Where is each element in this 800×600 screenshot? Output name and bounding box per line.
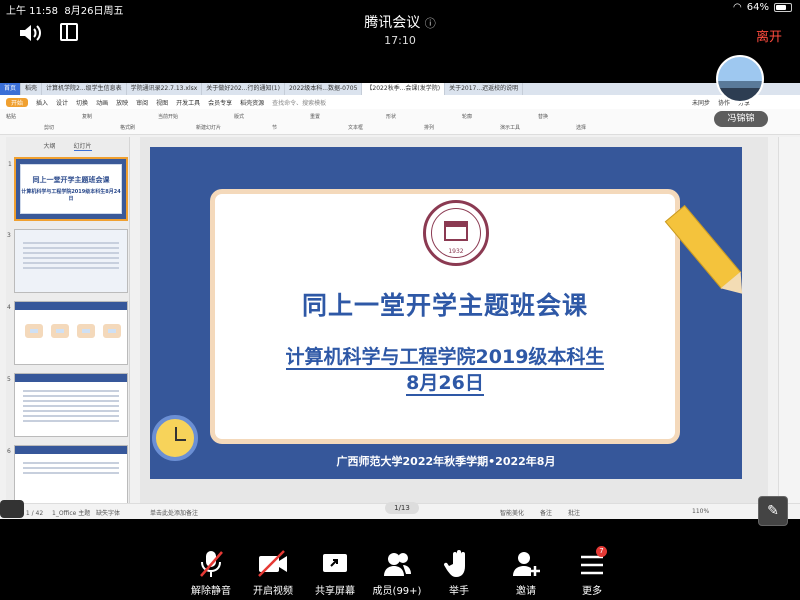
slide-thumbnail[interactable]: 1 同上一堂开学主题班会课 计算机科学与工程学院2019级本科生8月24日 [8, 157, 128, 221]
meeting-title[interactable]: 腾讯会议 ⓘ [0, 12, 800, 32]
annotate-button[interactable]: ✎ [758, 496, 788, 526]
avatar[interactable] [716, 55, 764, 103]
meeting-timer: 17:10 [384, 34, 416, 47]
browser-tab-bar: 首页 稻壳 计算机学院2...级学生信息表 学院通讯录22.7.13.xlsx 关于做好… [0, 83, 800, 95]
tab-slides[interactable]: 幻灯片 [73, 141, 92, 151]
slide-footer: 广西师范大学2022年秋季学期•2022年8月 [336, 455, 556, 468]
notes-placeholder[interactable]: 单击此处添加备注 [150, 508, 198, 517]
notification-badge: 7 [596, 546, 607, 557]
slide-subtitle-line1: 计算机科学与工程学院2019级本科生 [285, 346, 605, 370]
slide-number: 6 [7, 448, 11, 455]
more-button[interactable]: 7 更多 [552, 546, 632, 597]
toolbar-button[interactable]: 轮廓 [462, 113, 472, 120]
meeting-screen: 上午 11:58 8月26日周五 ◠ 64% 腾讯会议 ⓘ 17:10 离开 首… [0, 0, 800, 600]
right-tool-strip[interactable] [778, 137, 800, 507]
menu-item[interactable]: 插入 [36, 98, 48, 107]
browser-tab[interactable]: 【2022秋季...会课(发学院) [362, 83, 446, 95]
missing-font[interactable]: 缺失字体 [96, 508, 120, 517]
toolbar-button[interactable]: 节 [272, 124, 277, 131]
menu-item[interactable]: 切换 [76, 98, 88, 107]
slide-editor[interactable]: 1932 同上一堂开学主题班会课 计算机科学与工程学院2019级本科生 8月26… [140, 137, 768, 507]
toolbar-button[interactable]: 文本框 [348, 124, 363, 131]
bottom-control-bar: 解除静音 开启视频 共享屏幕 成员(99+) 举手 邀请 7 更多 [0, 540, 800, 600]
toolbar-button[interactable]: 选择 [576, 124, 586, 131]
current-slide: 1932 同上一堂开学主题班会课 计算机科学与工程学院2019级本科生 8月26… [150, 147, 742, 479]
menu-item[interactable]: 放映 [116, 98, 128, 107]
more-icon: 7 [552, 546, 632, 580]
exit-fullscreen-button[interactable] [0, 500, 24, 518]
leave-button[interactable]: 离开 [756, 26, 782, 45]
menu-right-item[interactable]: 未同步 [692, 100, 710, 107]
menu-item[interactable]: 开发工具 [176, 98, 200, 107]
browser-tab[interactable]: 关于2017...迟返校的说明 [445, 83, 524, 95]
menu-item[interactable]: 稻壳资源 [240, 98, 264, 107]
tab-outline[interactable]: 大纲 [43, 141, 55, 151]
browser-tab[interactable]: 计算机学院2...级学生信息表 [42, 83, 127, 95]
theme-name: 1_Office 主题 [52, 510, 91, 517]
slide-thumbnail[interactable]: 6 [7, 445, 128, 509]
browser-tab[interactable]: 关于做好202...行的通知(1) [202, 83, 285, 95]
toolbar-button[interactable]: 重置 [310, 113, 320, 120]
slide-number: 3 [7, 232, 11, 239]
browser-tab[interactable]: 稻壳 [21, 83, 43, 95]
menu-item[interactable]: 开始 [6, 97, 29, 107]
university-seal-icon: 1932 [423, 200, 489, 266]
participant-name: 冯锦锦 [714, 111, 768, 127]
browser-tab[interactable]: 首页 [0, 83, 22, 95]
toolbar-button[interactable]: 版式 [234, 113, 244, 120]
thumb-title: 同上一堂开学主题班会课 [32, 176, 110, 184]
comments-button[interactable]: 批注 [568, 508, 580, 517]
info-icon[interactable]: ⓘ [425, 17, 436, 30]
browser-tab[interactable]: 2022级本科...数据-0705 [285, 83, 363, 95]
zoom-level[interactable]: 110% [692, 508, 709, 515]
slide-thumbnail[interactable]: 3 [7, 229, 128, 293]
menu-right-item[interactable]: 协作 [718, 100, 730, 107]
toolbar-button[interactable]: 当前开始 [158, 113, 178, 120]
toolbar-button[interactable]: 排列 [424, 124, 434, 131]
battery-icon [774, 3, 792, 12]
toolbar-button[interactable]: 剪切 [44, 124, 54, 131]
ribbon-toolbar: 粘贴剪切 复制格式刷 当前开始新建幻灯片 版式节 重置文本框 形状排列 轮廓演示工具 替换选择 [0, 109, 800, 135]
toolbar-button[interactable]: 格式刷 [120, 124, 135, 131]
slide-thumbnail[interactable]: 4 [7, 301, 128, 365]
slide-number: 4 [7, 304, 11, 311]
slide-thumbnail-panel: 大纲 幻灯片 1 同上一堂开学主题班会课 计算机科学与工程学院2019级本科生8… [6, 137, 130, 509]
toolbar-button[interactable]: 粘贴 [6, 113, 16, 120]
toolbar-button[interactable]: 新建幻灯片 [196, 124, 221, 131]
menu-item[interactable]: 动画 [96, 98, 108, 107]
remarks-button[interactable]: 备注 [540, 508, 552, 517]
slide-thumbnail[interactable]: 5 [7, 373, 128, 437]
menu-item[interactable]: 审阅 [136, 98, 148, 107]
toolbar-button[interactable]: 复制 [82, 113, 92, 120]
menu-item[interactable]: 会员专享 [208, 98, 232, 107]
search-commands-input[interactable]: 查找命令、搜索模板 [272, 98, 326, 107]
menu-bar: 开始 插入 设计 切换 动画 放映 审阅 视图 开发工具 会员专享 稻壳资源 查找命令、搜索模板 未同步… [0, 95, 800, 109]
slide-subtitle: 计算机科学与工程学院2019级本科生 8月26日 [215, 344, 675, 396]
menu-item[interactable]: 视图 [156, 98, 168, 107]
browser-tab[interactable]: 学院通讯录22.7.13.xlsx [127, 83, 203, 95]
slide-card: 1932 同上一堂开学主题班会课 计算机科学与工程学院2019级本科生 8月26… [210, 189, 680, 444]
more-label: 更多 [582, 586, 602, 597]
slide-number: 5 [7, 376, 11, 383]
page-indicator: 1/13 [385, 502, 419, 514]
slide-title: 同上一堂开学主题班会课 [301, 291, 588, 320]
menu-item[interactable]: 设计 [56, 98, 68, 107]
slide-number: 1 [8, 161, 12, 168]
thumb-subtitle: 计算机科学与工程学院2019级本科生8月24日 [21, 189, 121, 202]
toolbar-button[interactable]: 形状 [386, 113, 396, 120]
seal-year: 1932 [448, 248, 464, 255]
toolbar-button[interactable]: 演示工具 [500, 124, 520, 131]
beautify-button[interactable]: 智能美化 [500, 508, 524, 517]
slide-subtitle-line2: 8月26日 [406, 372, 484, 396]
toolbar-button[interactable]: 替换 [538, 113, 548, 120]
shared-screen: 首页 稻壳 计算机学院2...级学生信息表 学院通讯录22.7.13.xlsx 关于做好… [0, 83, 800, 519]
